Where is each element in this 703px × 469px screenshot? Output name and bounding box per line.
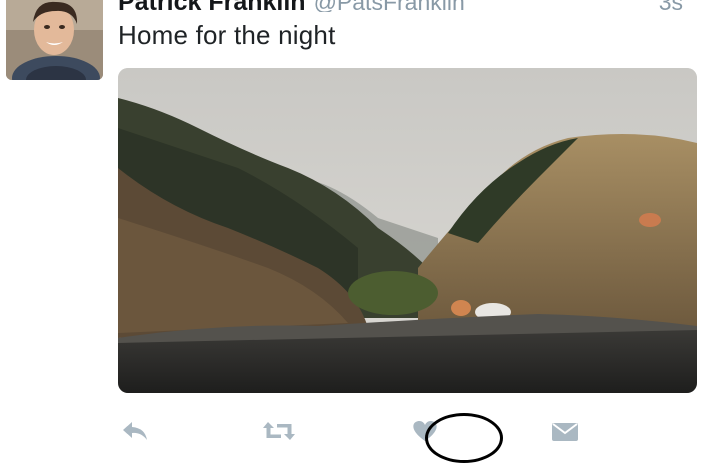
direct-message-button[interactable]	[525, 408, 605, 454]
highlight-circle	[425, 413, 503, 463]
tweet-media-photo[interactable]	[118, 68, 697, 393]
avatar[interactable]	[6, 0, 103, 80]
retweet-icon	[263, 422, 295, 440]
reply-button[interactable]	[118, 408, 152, 454]
tweet-actions	[118, 408, 638, 458]
reply-icon	[123, 422, 147, 440]
envelope-icon	[552, 423, 578, 441]
author-name[interactable]: Patrick Franklin	[118, 0, 306, 12]
timestamp[interactable]: 3s	[659, 0, 683, 12]
tweet-text: Home for the night	[118, 20, 336, 50]
landscape-photo	[118, 68, 697, 393]
avatar-photo	[6, 0, 103, 80]
retweet-button[interactable]	[260, 408, 298, 454]
author-handle[interactable]: @PatsFranklin	[314, 0, 465, 12]
tweet-header: Patrick Franklin @PatsFranklin 3s	[118, 0, 683, 12]
